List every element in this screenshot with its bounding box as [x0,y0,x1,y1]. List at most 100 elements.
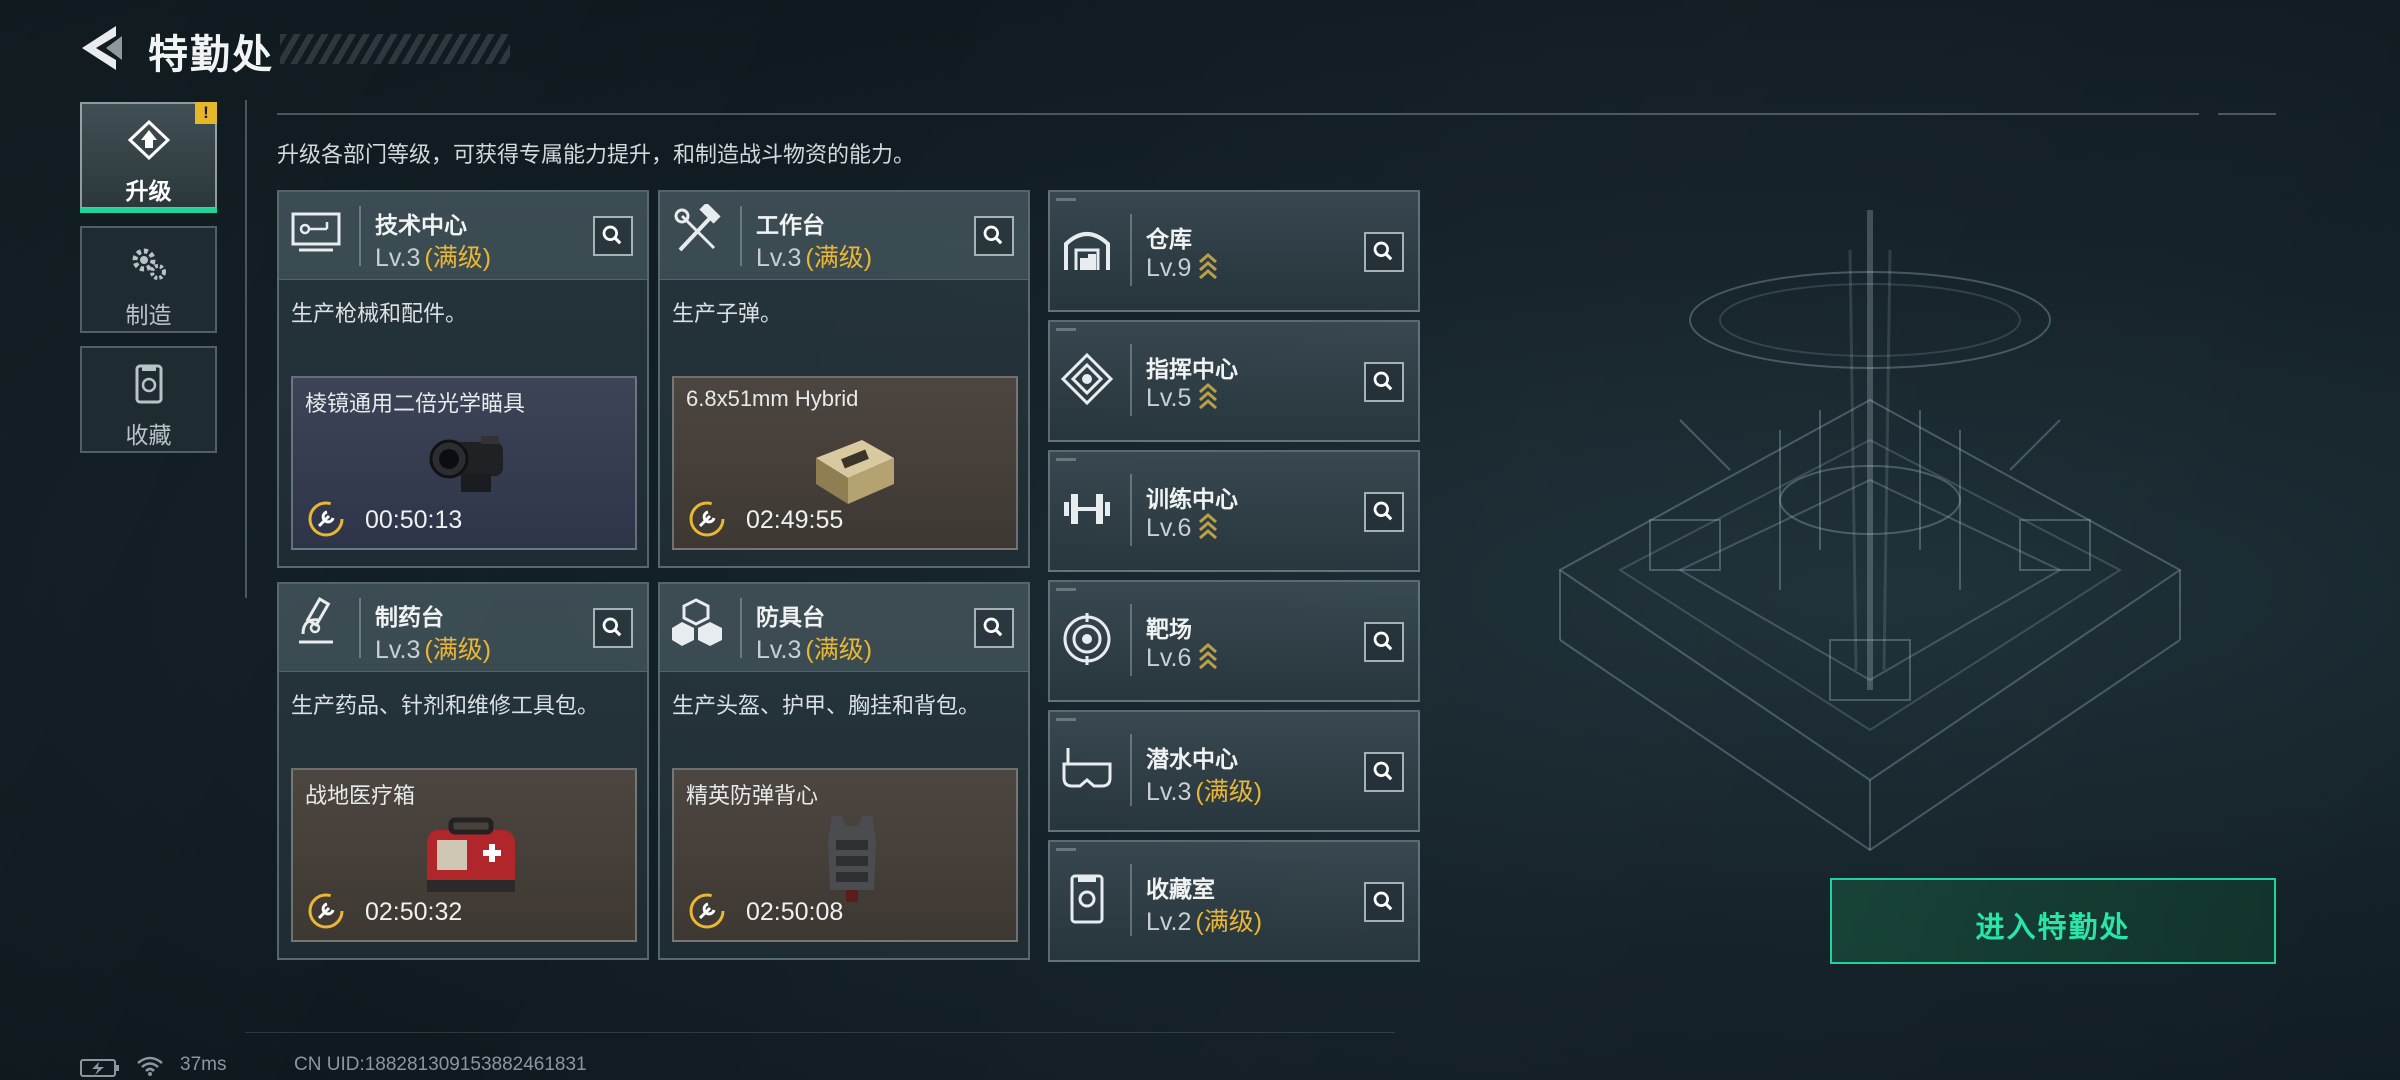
separator [1130,214,1132,286]
page-description: 升级各部门等级，可获得专属能力提升，和制造战斗物资的能力。 [277,142,916,167]
max-level-tag: (满级) [424,636,492,664]
separator [740,598,742,658]
nav-tab-craft[interactable]: 制造 [80,226,217,333]
dept-card-armor-bench[interactable]: 防具台 Lv.3 (满级) 生产头盔、护甲、胸挂和背包。 精英防弹背心 02:50… [658,582,1030,960]
separator [359,598,361,658]
search-icon [983,225,1003,245]
gears-icon [132,248,166,280]
search-icon [1373,241,1393,261]
crafting-item-name: 精英防弹背心 [686,783,819,808]
pharmacy-icon [299,597,333,644]
search-icon [1373,761,1393,781]
search-icon [602,225,622,245]
divider [245,1032,1395,1033]
inspect-button[interactable] [593,608,633,648]
back-arrow-icon[interactable] [76,22,128,74]
dept-card-workbench[interactable]: 工作台 Lv.3 (满级) 生产子弹。 6.8x51mm Hybrid 02:49… [658,190,1030,568]
nav-tab-upgrade[interactable]: 升级 ! [80,102,217,213]
dept-description: 生产头盔、护甲、胸挂和背包。 [672,693,981,718]
search-icon [1373,371,1393,391]
crafting-timer: 02:50:08 [746,898,844,926]
inspect-button[interactable] [1364,622,1404,662]
dept-card-tech-center[interactable]: 技术中心 Lv.3 (满级) 生产枪械和配件。 棱镜通用二倍光学瞄具 00:50:… [277,190,649,568]
inspect-button[interactable] [1364,882,1404,922]
search-icon [1373,891,1393,911]
crafting-item-name: 6.8x51mm Hybrid [686,386,859,411]
page-title: 特勤处 [148,33,274,77]
crafting-timer: 02:49:55 [746,506,844,534]
level-value: Lv.3 [1146,778,1192,806]
separator [1130,864,1132,936]
wifi-icon [137,1056,163,1076]
dept-level: Lv.3 (满级) [1146,772,1262,808]
dept-name: 收藏室 [1146,876,1215,902]
dept-header: 制药台 Lv.3 (满级) [279,584,647,672]
collection-room-icon [1070,874,1104,924]
inspect-button[interactable] [974,216,1014,256]
dept-card-training-center[interactable]: 训练中心 Lv.6 [1048,450,1420,572]
workbench-icon [674,204,721,252]
warehouse-icon [1064,232,1110,270]
target-icon [1063,613,1111,665]
crafting-timer-icon [689,501,725,537]
max-level-tag: (满级) [805,636,873,664]
crafting-timer-icon [308,893,344,929]
level-value: Lv.3 [375,636,421,664]
inspect-button[interactable] [593,216,633,256]
separator [740,206,742,266]
max-level-tag: (满级) [1195,778,1263,806]
separator [359,206,361,266]
separator [1130,604,1132,676]
level-value: Lv.3 [375,244,421,272]
collection-icon [135,364,163,404]
separator [1130,344,1132,416]
inspect-button[interactable] [1364,492,1404,532]
inspect-button[interactable] [1364,232,1404,272]
inspect-button[interactable] [974,608,1014,648]
optical-scope-image [429,436,503,492]
enter-special-ops-button[interactable]: 进入特勤处 [1830,878,2276,964]
ammo-box-image [816,440,894,504]
crafting-slot[interactable]: 棱镜通用二倍光学瞄具 00:50:13 [291,376,637,550]
dept-card-collection-room[interactable]: 收藏室 Lv.2 (满级) [1048,840,1420,962]
inspect-button[interactable] [1364,362,1404,402]
search-icon [1373,631,1393,651]
dept-name: 制药台 [375,604,444,630]
dept-level: Lv.6 [1146,642,1219,673]
dept-name: 工作台 [756,212,825,238]
crafting-item-name: 战地医疗箱 [305,783,416,808]
dept-level: Lv.9 [1146,252,1219,283]
level-value: Lv.6 [1146,514,1192,542]
dept-level: Lv.3 (满级) [375,238,491,274]
dept-name: 技术中心 [375,212,467,238]
base-blueprint-illustration [1558,210,2182,852]
level-value: Lv.6 [1146,644,1192,672]
dept-level: Lv.3 (满级) [756,238,872,274]
crafting-slot[interactable]: 战地医疗箱 02:50:32 [291,768,637,942]
divider [2218,113,2276,115]
dept-card-warehouse[interactable]: 仓库 Lv.9 [1048,190,1420,312]
dept-description: 生产药品、针剂和维修工具包。 [291,693,600,718]
command-center-icon [1060,352,1114,406]
title-decoration [280,34,510,64]
dept-card-command-center[interactable]: 指挥中心 Lv.5 [1048,320,1420,442]
inspect-button[interactable] [1364,752,1404,792]
nav-label-collection: 收藏 [125,422,172,448]
max-level-tag: (满级) [1195,908,1263,936]
upgrade-available-icon [1199,513,1218,540]
dept-card-diving-center[interactable]: 潜水中心 Lv.3 (满级) [1048,710,1420,832]
upgrade-available-icon [1199,383,1218,410]
crafting-item-name: 棱镜通用二倍光学瞄具 [305,391,526,416]
dept-card-pharmacy[interactable]: 制药台 Lv.3 (满级) 生产药品、针剂和维修工具包。 战地医疗箱 02:50:… [277,582,649,960]
user-uid: CN UID:188281309153882461831 [294,1054,587,1075]
crafting-slot[interactable]: 6.8x51mm Hybrid 02:49:55 [672,376,1018,550]
dept-description: 生产子弹。 [672,301,783,326]
dept-level: Lv.3 (满级) [756,630,872,666]
crafting-slot[interactable]: 精英防弹背心 02:50:08 [672,768,1018,942]
nav-tab-collection[interactable]: 收藏 [80,346,217,453]
diving-mask-icon [1062,748,1112,788]
level-value: Lv.9 [1146,254,1192,282]
search-icon [983,617,1003,637]
dept-card-shooting-range[interactable]: 靶场 Lv.6 [1048,580,1420,702]
nav-label-upgrade: 升级 [125,178,172,204]
